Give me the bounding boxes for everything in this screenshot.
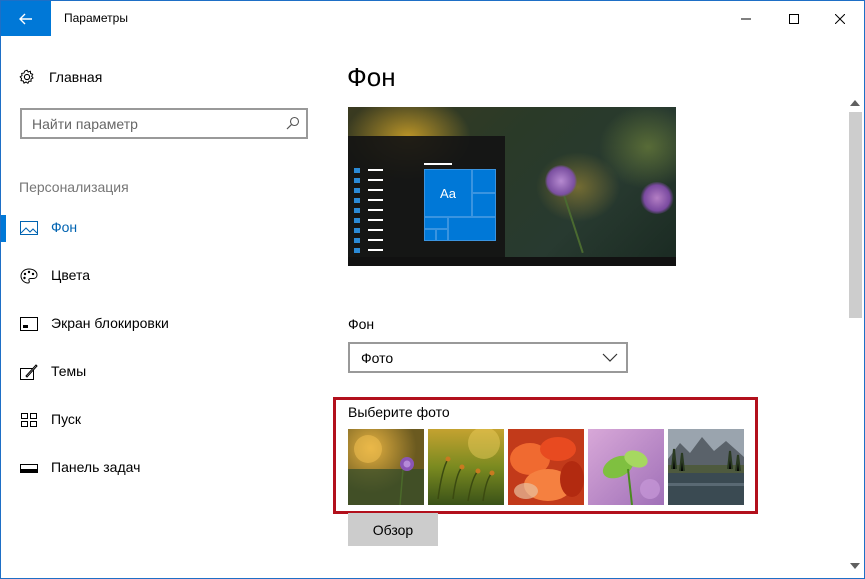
scroll-thumb[interactable] — [849, 112, 862, 318]
background-type-label: Фон — [348, 316, 375, 332]
sidebar-item-taskbar[interactable]: Панель задач — [1, 448, 321, 488]
sidebar-item-lock-screen[interactable]: Экран блокировки — [1, 304, 321, 344]
red-flower-thumbnail[interactable] — [508, 429, 584, 505]
maximize-button[interactable] — [771, 1, 817, 36]
close-button[interactable] — [817, 1, 863, 36]
flower-decoration — [545, 165, 577, 197]
start-icon — [21, 413, 37, 427]
gear-icon — [19, 69, 34, 85]
window-title: Параметры — [64, 11, 128, 25]
sidebar-item-label: Экран блокировки — [51, 315, 169, 331]
preview-tile: Aa — [424, 169, 472, 217]
sidebar-item-background[interactable]: Фон — [1, 208, 321, 248]
taskbar-icon — [20, 464, 38, 473]
background-type-dropdown[interactable]: Фото — [348, 342, 628, 373]
green-leaves-thumbnail[interactable] — [588, 429, 664, 505]
sidebar-item-label: Пуск — [51, 411, 82, 427]
search-input[interactable] — [22, 110, 272, 137]
minimize-icon — [741, 18, 751, 19]
sidebar-item-label: Цвета — [51, 267, 90, 283]
title-bar: Параметры — [1, 1, 864, 36]
sidebar-item-label: Панель задач — [51, 459, 141, 475]
palette-icon — [20, 268, 38, 284]
sidebar-item-themes[interactable]: Темы — [1, 352, 321, 392]
sidebar-item-label: Темы — [51, 363, 87, 379]
dropdown-value: Фото — [361, 349, 394, 366]
preview-start-menu: Aa — [348, 136, 505, 257]
flower-decoration — [640, 182, 674, 214]
scroll-up-icon[interactable] — [850, 100, 860, 106]
close-icon — [835, 13, 845, 24]
active-indicator — [1, 215, 6, 242]
maximize-icon — [789, 13, 799, 24]
scroll-down-icon[interactable] — [850, 563, 860, 569]
search-box[interactable] — [20, 108, 308, 139]
back-button[interactable] — [1, 1, 51, 36]
minimize-button[interactable] — [723, 1, 769, 36]
preview-taskbar — [348, 257, 676, 266]
lake-mountains-thumbnail[interactable] — [668, 429, 744, 505]
chevron-down-icon — [602, 353, 618, 362]
browse-button[interactable]: Обзор — [348, 513, 438, 546]
sidebar-item-label: Фон — [51, 219, 78, 235]
back-arrow-icon — [19, 13, 32, 24]
settings-window: Параметры Главная Персонализация — [0, 0, 865, 579]
page-title: Фон — [347, 62, 396, 92]
lock-screen-icon — [20, 317, 38, 331]
purple-flower-thumbnail[interactable] — [348, 429, 424, 505]
background-preview: Aa — [348, 107, 676, 266]
home-link[interactable]: Главная — [19, 67, 102, 87]
search-icon — [286, 116, 300, 130]
sidebar-item-start[interactable]: Пуск — [1, 400, 321, 440]
sidebar: Главная Персонализация Фон Цве — [1, 36, 321, 578]
main-content: Фон Aa Фон Фото Выберите фото Обзор — [321, 36, 846, 578]
themes-icon — [20, 364, 38, 380]
picture-icon — [20, 221, 38, 235]
sidebar-item-colors[interactable]: Цвета — [1, 256, 321, 296]
section-title: Персонализация — [19, 179, 129, 195]
home-label: Главная — [49, 69, 103, 85]
moss-thumbnail[interactable] — [428, 429, 504, 505]
choose-photo-label: Выберите фото — [348, 404, 450, 420]
